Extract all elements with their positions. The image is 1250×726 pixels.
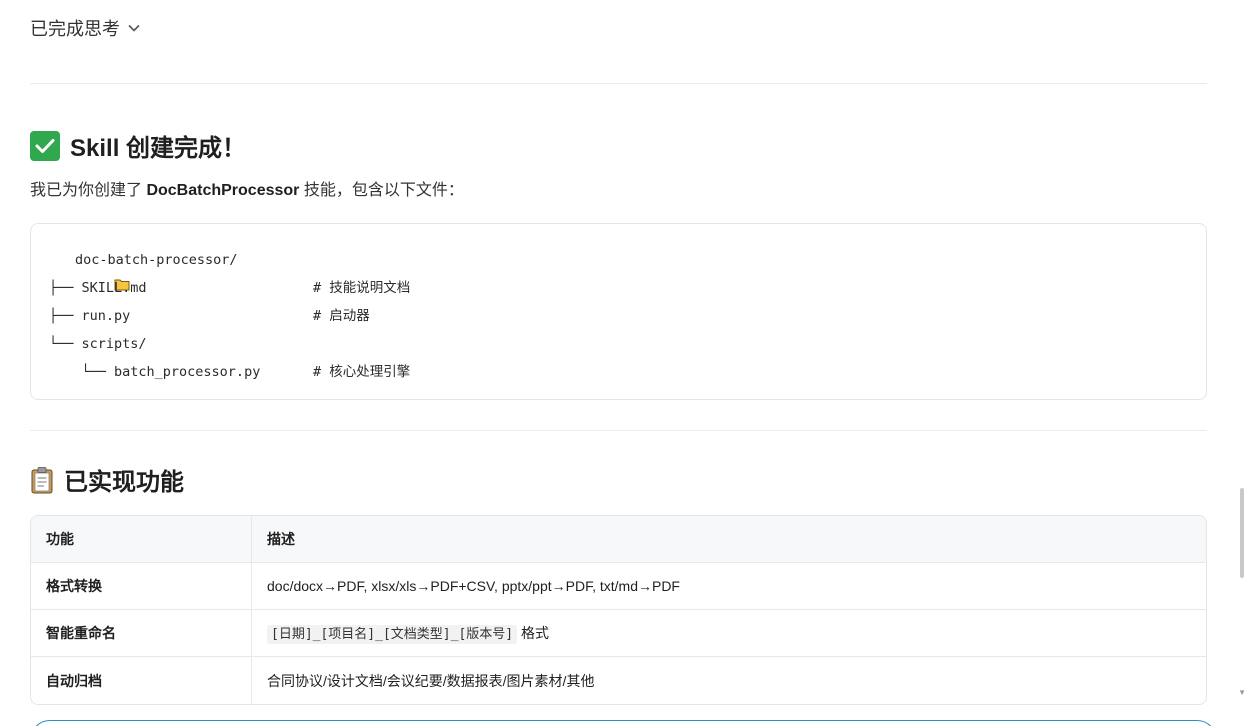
table-row: 格式转换 doc/docx→PDF, xlsx/xls→PDF+CSV, ppt… (31, 563, 1206, 610)
intro-text: 我已为你创建了 DocBatchProcessor 技能，包含以下文件： (30, 176, 464, 200)
table-row: 自动归档 合同协议/设计文档/会议纪要/数据报表/图片素材/其他 (31, 657, 1206, 704)
tree-item-comment: # 启动器 (313, 308, 370, 324)
heading-features: 已实现功能 (30, 462, 184, 497)
tree-item-text: └── scripts/ (49, 336, 147, 352)
heading-skill-created: Skill 创建完成！ (30, 128, 246, 163)
scrollbar-thumb[interactable] (1240, 488, 1244, 578)
column-header: 功能 (31, 516, 252, 563)
divider (30, 430, 1207, 431)
tree-item-text: doc-batch-processor/ (75, 252, 238, 268)
description-cell: [日期]_[项目名]_[文档类型]_[版本号] 格式 (252, 610, 1206, 657)
tree-line: └── batch_processor.py # 核心处理引擎 (49, 358, 1188, 386)
column-header: 描述 (252, 516, 1206, 563)
feature-cell: 格式转换 (31, 563, 252, 610)
features-table: 功能 描述 格式转换 doc/docx→PDF, xlsx/xls→PDF+CS… (30, 515, 1207, 705)
feature-cell: 自动归档 (31, 657, 252, 704)
tree-line: doc-batch-processor/ (49, 246, 1188, 291)
tree-line: ├── SKILL.md # 技能说明文档 (49, 274, 1188, 302)
description-cell: doc/docx→PDF, xlsx/xls→PDF+CSV, pptx/ppt… (252, 563, 1206, 610)
heading-text: 已实现功能 (64, 469, 184, 496)
clipboard-icon (30, 466, 54, 494)
chevron-down-icon (128, 21, 140, 35)
tree-line: ├── run.py # 启动器 (49, 302, 1188, 330)
tree-line: └── scripts/ (49, 330, 1188, 358)
table-row: 智能重命名 [日期]_[项目名]_[文档类型]_[版本号] 格式 (31, 610, 1206, 657)
description-cell: 合同协议/设计文档/会议纪要/数据报表/图片素材/其他 (267, 672, 595, 689)
intro-suffix: 技能，包含以下文件： (299, 182, 464, 199)
file-tree-code-block: doc-batch-processor/ ├── SKILL.md # 技能说明… (30, 223, 1207, 400)
intro-prefix: 我已为你创建了 (30, 182, 147, 199)
feature-cell: 智能重命名 (31, 610, 252, 657)
tree-item-comment: # 技能说明文档 (313, 280, 411, 296)
heading-text: Skill 创建完成！ (70, 135, 247, 162)
folder-icon (49, 254, 130, 291)
description-suffix: 格式 (517, 625, 549, 641)
divider (30, 83, 1207, 84)
thinking-label: 已完成思考 (30, 19, 120, 39)
chat-input-box[interactable] (30, 720, 1217, 726)
check-mark-icon (30, 130, 60, 161)
tree-item-comment: # 核心处理引擎 (313, 364, 411, 380)
table-header-row: 功能 描述 (31, 516, 1206, 563)
tree-item-text: ├── run.py (49, 308, 131, 324)
inline-code: [日期]_[项目名]_[文档类型]_[版本号] (267, 625, 518, 644)
scroll-down-icon[interactable]: ▼ (1238, 688, 1246, 697)
tree-item-text: ├── SKILL.md (49, 280, 147, 296)
thinking-toggle[interactable]: 已完成思考 (30, 14, 140, 42)
tree-item-text: └── batch_processor.py (49, 364, 261, 380)
skill-name: DocBatchProcessor (146, 182, 300, 199)
